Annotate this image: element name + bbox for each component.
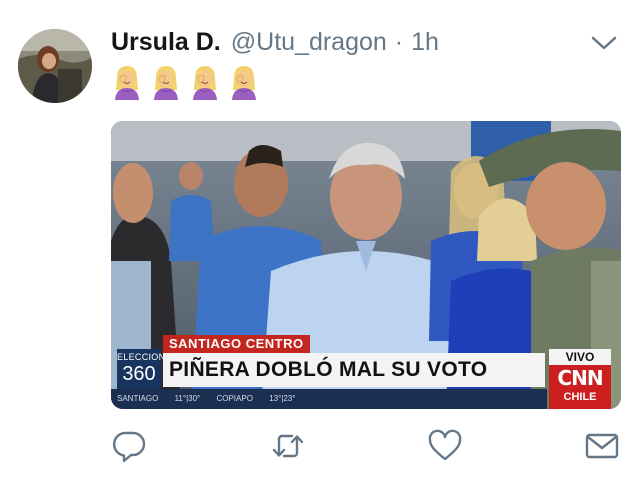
program-number: 360 [122,363,156,385]
retweet-icon[interactable] [270,428,306,464]
user-handle[interactable]: @Utu_dragon [231,28,387,57]
chevron-down-icon[interactable] [590,33,618,53]
separator-dot: · [394,28,404,56]
woman-facepalming-emoji [115,66,139,100]
tweet-media-image[interactable]: SANTIAGO CENTRO ELECCION 360 PIÑERA DOBL… [111,121,621,409]
network-logo: CNN CHILE [549,365,611,409]
woman-facepalming-emoji [154,66,178,100]
reply-icon[interactable] [112,428,148,464]
network-country: CHILE [563,391,597,403]
tweet-header: Ursula D. @Utu_dragon · 1h [111,28,439,64]
location-tag: SANTIAGO CENTRO [163,335,310,353]
timestamp[interactable]: 1h [411,28,439,57]
woman-facepalming-emoji [193,66,217,100]
display-name[interactable]: Ursula D. [111,28,221,57]
program-name: ELECCION [117,352,166,362]
tweet-actions [0,428,640,468]
tweet-text [114,64,257,100]
news-headline: PIÑERA DOBLÓ MAL SU VOTO [163,353,545,387]
weather-ticker: SANTIAGO 11°|30° COPIAPO 13°|23° [111,389,547,409]
avatar[interactable] [18,29,92,103]
tweet: Ursula D. @Utu_dragon · 1h SANTIAGO CENT… [0,0,640,496]
live-label: VIVO [549,349,611,365]
like-icon[interactable] [427,428,463,464]
message-icon[interactable] [584,428,620,464]
network-logo-text: CNN [557,366,603,390]
woman-facepalming-emoji [232,66,256,100]
program-logo: ELECCION 360 [117,349,166,389]
